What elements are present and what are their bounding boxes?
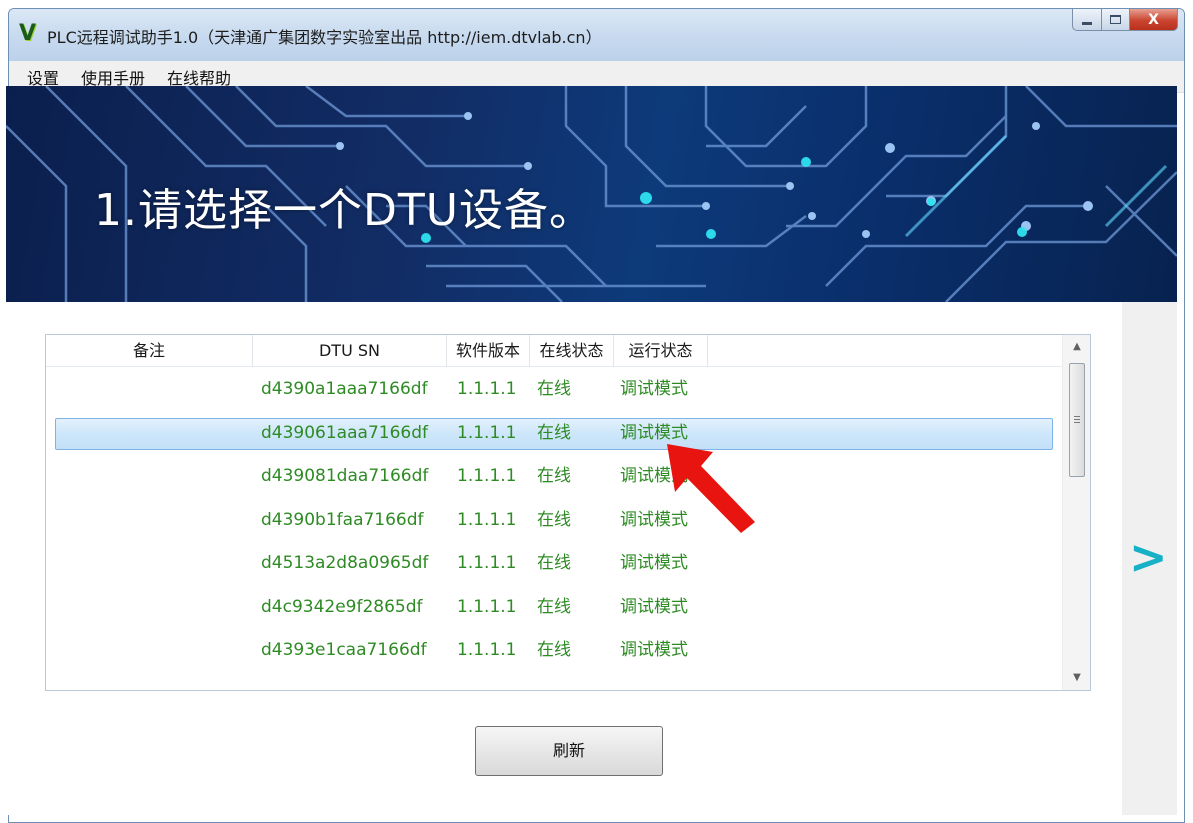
cell-online: 在线 [537,553,571,573]
cell-version: 1.1.1.1 [457,422,517,443]
title-bar[interactable]: V PLC远程调试助手1.0（天津通广集团数字实验室出品 http://iem.… [9,9,1184,61]
cell-run-state: 调试模式 [620,596,688,617]
table-row[interactable]: d4390b1faa7166df 1.1.1.1 在线 调试模式 [46,499,1062,543]
cell-online: 在线 [537,640,571,660]
cell-online: 在线 [537,466,571,486]
refresh-button[interactable]: 刷新 [475,726,663,776]
cell-version: 1.1.1.1 [457,553,517,573]
cell-version: 1.1.1.1 [457,466,517,486]
cell-dtu-sn: d4393e1caa7166df [261,640,427,660]
table-row[interactable]: d4513a2d8a0965df 1.1.1.1 在线 调试模式 [46,542,1062,586]
cell-online: 在线 [537,596,571,617]
cell-dtu-sn: d4513a2d8a0965df [261,553,429,573]
cell-run-state: 调试模式 [620,379,688,399]
cell-dtu-sn: d439081daa7166df [261,466,429,486]
minimize-icon [1082,22,1092,25]
cell-run-state: 调试模式 [620,640,688,660]
list-rows: d4390a1aaa7166df 1.1.1.1 在线 调试模式 d439061… [46,368,1062,673]
maximize-icon [1110,15,1121,24]
column-header-version[interactable]: 软件版本 [447,335,530,367]
cell-version: 1.1.1.1 [457,379,517,399]
cell-online: 在线 [537,422,571,443]
table-row[interactable]: d4393e1caa7166df 1.1.1.1 在线 调试模式 [46,629,1062,673]
column-header-note[interactable]: 备注 [46,335,253,367]
table-row[interactable]: d4390a1aaa7166df 1.1.1.1 在线 调试模式 [46,368,1062,412]
menu-manual[interactable]: 使用手册 [81,65,145,89]
table-row[interactable]: d4c9342e9f2865df 1.1.1.1 在线 调试模式 [46,586,1062,630]
list-header: 备注 DTU SN 软件版本 在线状态 运行状态 [46,335,1062,367]
vertical-scrollbar[interactable]: ▲ ▼ [1062,335,1090,690]
cell-dtu-sn: d4390a1aaa7166df [261,379,428,399]
grip-icon [1074,416,1080,423]
dtu-device-list[interactable]: 备注 DTU SN 软件版本 在线状态 运行状态 d4390a1aaa7166d… [45,334,1091,691]
menu-online-help[interactable]: 在线帮助 [167,65,231,89]
cell-version: 1.1.1.1 [457,596,517,617]
column-header-online[interactable]: 在线状态 [530,335,614,367]
column-header-run-state[interactable]: 运行状态 [614,335,708,367]
menu-settings[interactable]: 设置 [27,65,59,89]
cell-version: 1.1.1.1 [457,509,517,530]
cell-dtu-sn: d4c9342e9f2865df [261,596,423,617]
app-logo-icon: V [19,21,37,46]
scroll-up-icon[interactable]: ▲ [1063,335,1091,359]
step-title: 1.请选择一个DTU设备。 [94,185,594,236]
cell-dtu-sn: d439061aaa7166df [261,422,428,443]
table-row[interactable]: d439081daa7166df 1.1.1.1 在线 调试模式 [46,455,1062,499]
cell-dtu-sn: d4390b1faa7166df [261,509,424,530]
minimize-button[interactable] [1072,9,1102,31]
close-icon: X [1148,11,1159,28]
cell-online: 在线 [537,509,571,530]
scrollbar-thumb[interactable] [1069,363,1085,477]
cell-run-state: 调试模式 [620,553,688,573]
column-header-dtu-sn[interactable]: DTU SN [253,335,447,367]
window-title: PLC远程调试助手1.0（天津通广集团数字实验室出品 http://iem.dt… [47,28,602,47]
close-button[interactable]: X [1130,9,1178,31]
banner: 1.请选择一个DTU设备。 [6,86,1177,302]
window-controls: X [1072,9,1178,31]
annotation-arrow-icon [667,444,755,533]
maximize-button[interactable] [1102,9,1130,31]
scroll-down-icon[interactable]: ▼ [1063,666,1091,690]
cell-online: 在线 [537,379,571,399]
next-step-button[interactable]: > [1129,530,1168,584]
cell-version: 1.1.1.1 [457,640,517,660]
table-row-selected[interactable]: d439061aaa7166df 1.1.1.1 在线 调试模式 [46,412,1062,456]
